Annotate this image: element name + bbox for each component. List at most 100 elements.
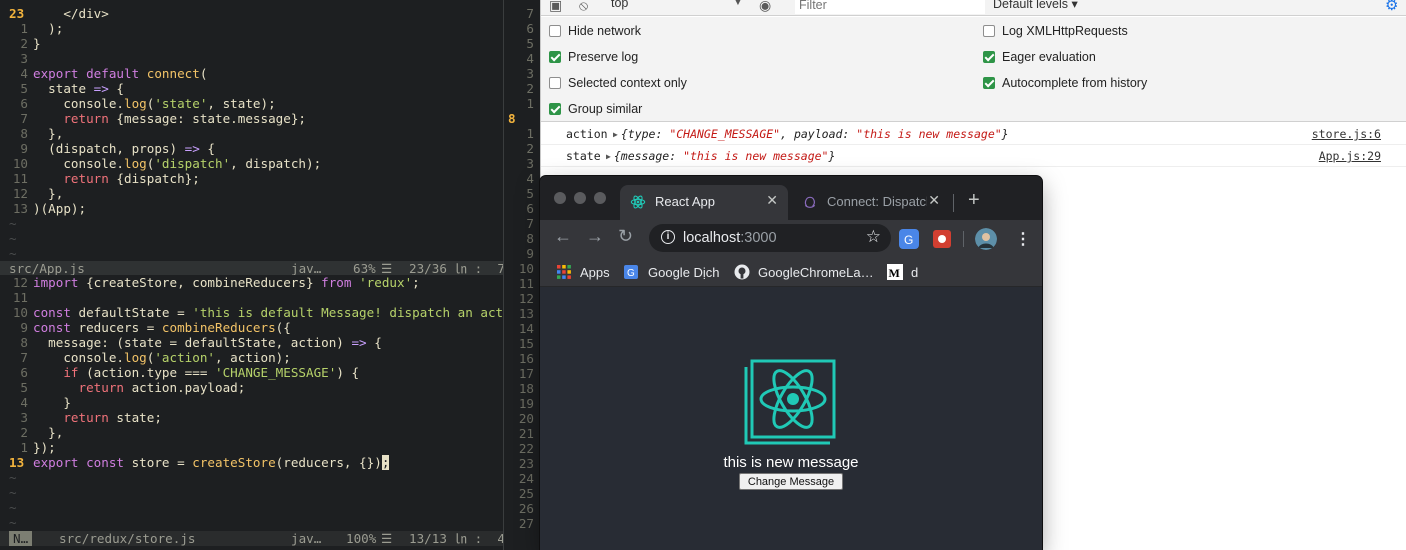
code-line[interactable]: 3 — [0, 51, 503, 66]
avatar[interactable] — [975, 228, 997, 250]
code-line[interactable]: 11 — [0, 290, 503, 305]
code-line[interactable]: 1 ); — [0, 21, 503, 36]
code-line[interactable]: 9 (dispatch, props) => { — [0, 141, 503, 156]
bookmark-d[interactable]: M d — [887, 264, 918, 280]
forward-icon[interactable]: → — [586, 226, 604, 247]
apps-grid-icon — [557, 265, 571, 279]
code-line[interactable]: 12 import {createStore, combineReducers} … — [0, 275, 503, 290]
code-line[interactable]: 5 state => { — [0, 81, 503, 96]
svg-text:G: G — [904, 233, 913, 247]
empty-line-marker[interactable]: ~ — [0, 500, 503, 515]
expand-triangle-icon[interactable]: ▶ — [606, 152, 611, 161]
code-line[interactable]: 10 const defaultState = 'this is default … — [0, 305, 503, 320]
change-message-button[interactable]: Change Message — [739, 473, 843, 490]
property-value: "this is new message" — [683, 149, 829, 163]
log-object[interactable]: ▶ {type: "CHANGE_MESSAGE", payload: "this… — [613, 123, 1009, 146]
new-tab-button[interactable]: + — [968, 189, 980, 212]
checkbox[interactable] — [549, 103, 561, 115]
console-message[interactable]: state ▶ {message: "this is new message"} … — [541, 145, 1406, 167]
bookmark-apps[interactable]: Apps — [556, 264, 610, 280]
option-group-similar[interactable]: Group similar — [549, 101, 642, 117]
tab-connect-dispatch[interactable]: Connect: Dispatch ✕ — [792, 185, 950, 220]
line-number: 12 — [12, 275, 28, 290]
close-icon[interactable]: ✕ — [766, 192, 778, 209]
checkbox[interactable] — [549, 51, 561, 63]
minimize-window-button[interactable] — [574, 192, 586, 204]
checkbox[interactable] — [983, 51, 995, 63]
eye-icon[interactable]: ◉ — [759, 0, 771, 14]
reload-icon[interactable]: ↻ — [618, 226, 633, 247]
code-line[interactable]: 6 console.log('state', state); — [0, 96, 503, 111]
empty-line-marker[interactable]: ~ — [0, 515, 503, 529]
code-line[interactable]: 11 return {dispatch}; — [0, 171, 503, 186]
editor-pane-store-js[interactable]: 12 import {createStore, combineReducers} … — [0, 275, 503, 529]
console-message[interactable]: action ▶ {type: "CHANGE_MESSAGE", payload… — [541, 123, 1406, 145]
bookmark-star-icon[interactable]: ☆ — [866, 227, 881, 247]
context-selector[interactable]: top — [611, 0, 628, 10]
code-line[interactable]: 13)(App); — [0, 201, 503, 216]
code-line[interactable]: 7 console.log('action', action); — [0, 350, 503, 365]
log-object[interactable]: ▶ {message: "this is new message"} — [606, 145, 835, 168]
editor-pane-app-js[interactable]: 23 </div> 1 ); 2} 3 4 export default connect(… — [0, 6, 503, 260]
code-line[interactable]: 23 </div> — [0, 6, 503, 21]
option-hide-network[interactable]: Hide network — [549, 23, 641, 39]
address-bar[interactable]: i localhost:3000 ☆ — [649, 224, 891, 252]
tab-react-app[interactable]: React App ✕ — [620, 185, 788, 220]
source-link[interactable]: store.js:6 — [1312, 123, 1381, 145]
clear-console-icon[interactable]: ⦸ — [579, 0, 588, 14]
source-link[interactable]: App.js:29 — [1319, 145, 1381, 167]
gear-icon[interactable]: ⚙ — [1385, 0, 1398, 14]
checkbox[interactable] — [549, 77, 561, 89]
code-line[interactable]: 2 }, — [0, 425, 503, 440]
checkbox[interactable] — [983, 77, 995, 89]
code-line[interactable]: 9 const reducers = combineReducers({ — [0, 320, 503, 335]
tilde-marker: ~ — [9, 500, 17, 515]
chevron-down-icon[interactable]: ▼ — [733, 0, 743, 8]
checkbox[interactable] — [983, 25, 995, 37]
expand-triangle-icon[interactable]: ▶ — [613, 130, 618, 139]
code-line[interactable]: 1}); — [0, 440, 503, 455]
devtools-extension-icon[interactable] — [931, 228, 953, 250]
bookmark-google-dich[interactable]: G Google Dịch — [624, 264, 720, 280]
log-levels-dropdown[interactable]: Default levels ▾ — [993, 0, 1078, 11]
empty-line-marker[interactable]: ~ — [0, 470, 503, 485]
code-line[interactable]: 6 if (action.type === 'CHANGE_MESSAGE') … — [0, 365, 503, 380]
empty-line-marker[interactable]: ~ — [0, 216, 503, 231]
info-icon[interactable]: i — [661, 230, 675, 244]
close-icon[interactable]: ✕ — [928, 192, 940, 209]
browser-window[interactable]: React App ✕ Connect: Dispatch ✕ + ← → ↻ … — [540, 176, 1042, 550]
code-line[interactable]: 5 return action.payload; — [0, 380, 503, 395]
close-window-button[interactable] — [554, 192, 566, 204]
zoom-window-button[interactable] — [594, 192, 606, 204]
option-autocomplete-from-history[interactable]: Autocomplete from history — [983, 75, 1147, 91]
back-icon[interactable]: ← — [554, 226, 572, 247]
code-token: defaultState = — [70, 305, 193, 320]
option-log-xmlhttprequests[interactable]: Log XMLHttpRequests — [983, 23, 1128, 39]
vim-editor[interactable]: 23 </div> 1 ); 2} 3 4 export default connect(… — [0, 0, 540, 550]
bookmark-googlechromelabs[interactable]: GoogleChromeLa… — [734, 264, 874, 280]
line-number: 13 — [12, 201, 28, 216]
filter-input[interactable] — [795, 0, 985, 14]
empty-line-marker[interactable]: ~ — [0, 485, 503, 500]
checkbox[interactable] — [549, 25, 561, 37]
option-eager-evaluation[interactable]: Eager evaluation — [983, 49, 1096, 65]
empty-line-marker[interactable]: ~ — [0, 246, 503, 260]
code-line[interactable]: 2} — [0, 36, 503, 51]
code-line[interactable]: 7 return {message: state.message}; — [0, 111, 503, 126]
code-line[interactable]: 13 export const store = createStore(reduc… — [0, 455, 503, 470]
empty-line-marker[interactable]: ~ — [0, 231, 503, 246]
sidebar-toggle-icon[interactable]: ▣ — [549, 0, 562, 14]
more-menu-icon[interactable]: ⋮ — [1015, 229, 1031, 249]
code-line[interactable]: 4 } — [0, 395, 503, 410]
option-selected-context-only[interactable]: Selected context only — [549, 75, 687, 91]
code-line[interactable]: 8 }, — [0, 126, 503, 141]
statusline-separator: ☰ — [381, 261, 393, 276]
code-line[interactable]: 4 export default connect( — [0, 66, 503, 81]
code-line[interactable]: 10 console.log('dispatch', dispatch); — [0, 156, 503, 171]
option-preserve-log[interactable]: Preserve log — [549, 49, 638, 65]
google-translate-extension-icon[interactable]: G — [898, 228, 920, 250]
code-line[interactable]: 12 }, — [0, 186, 503, 201]
url-text[interactable]: localhost:3000 — [683, 230, 777, 246]
code-line[interactable]: 8 message: (state = defaultState, action… — [0, 335, 503, 350]
code-line[interactable]: 3 return state; — [0, 410, 503, 425]
